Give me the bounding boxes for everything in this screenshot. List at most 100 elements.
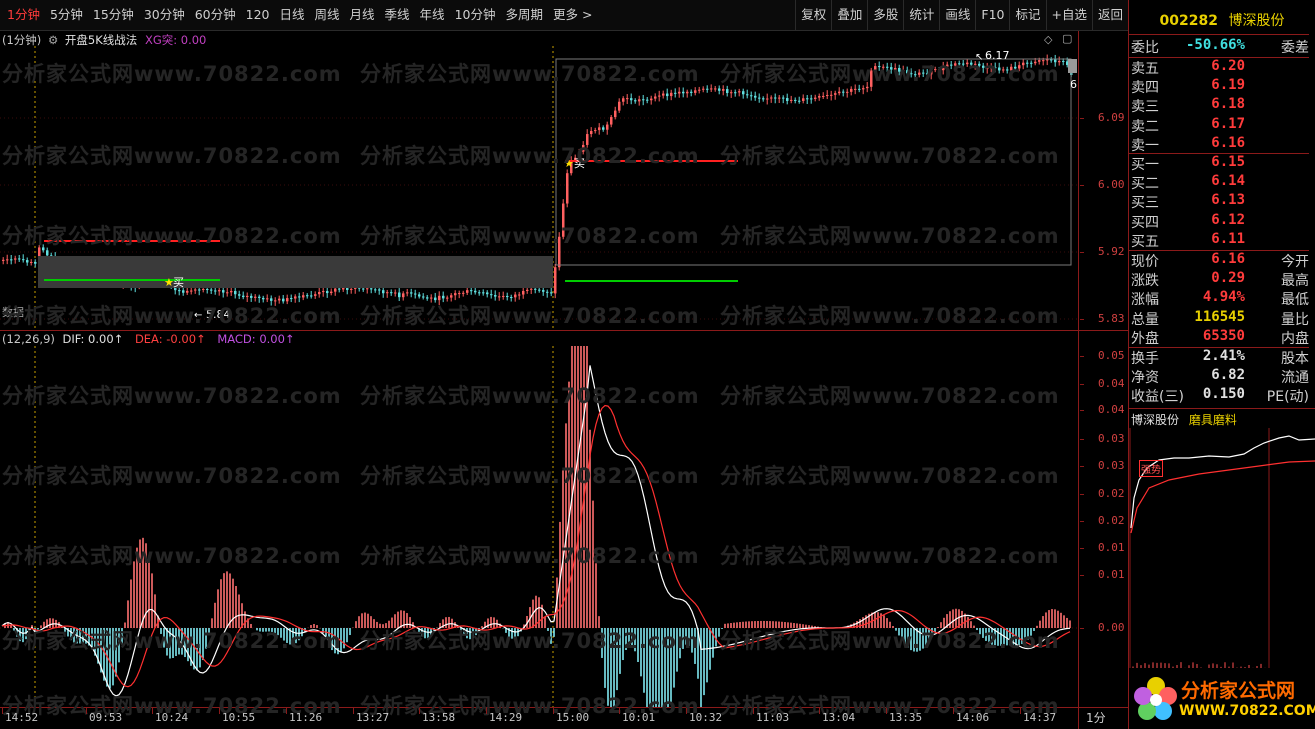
ask-label: 卖二 xyxy=(1131,118,1159,135)
quote-row: 总量 116545 量比 xyxy=(1129,309,1309,328)
period-tab-7[interactable]: 周线 xyxy=(310,0,345,30)
price-chart[interactable]: ★ 买★ 买↖ 6.17← 5.84数据6 xyxy=(0,46,1078,330)
period-tab-10[interactable]: 年线 xyxy=(415,0,450,30)
macd-tick-label: 0.00 xyxy=(1098,621,1125,634)
macd-tick-label: 0.05 xyxy=(1098,349,1125,362)
quote-label: 涨幅 xyxy=(1131,292,1159,309)
bid-value: 6.12 xyxy=(1211,211,1245,228)
bid-row: 买三 6.13 xyxy=(1129,192,1309,211)
period-indicator[interactable]: 1分 xyxy=(1086,709,1106,726)
period-tab-12[interactable]: 多周期 xyxy=(500,0,548,30)
period-tab-6[interactable]: 日线 xyxy=(274,0,309,30)
tool-button-5[interactable]: F10 xyxy=(975,0,1009,30)
period-tab-9[interactable]: 季线 xyxy=(380,0,415,30)
time-tick xyxy=(86,708,87,714)
ask-value: 6.16 xyxy=(1211,134,1245,151)
quote-label: 涨跌 xyxy=(1131,273,1159,290)
dif-line xyxy=(1,365,1071,697)
time-label: 10:24 xyxy=(155,711,189,724)
strength-badge: 强势 xyxy=(1139,460,1163,477)
bid-label: 买三 xyxy=(1131,195,1159,212)
period-tab-13[interactable]: 更多 > xyxy=(548,0,597,30)
time-label: 11:03 xyxy=(756,711,790,724)
tick-mark xyxy=(1080,384,1084,385)
macd-chart[interactable] xyxy=(0,346,1078,707)
time-tick xyxy=(886,708,887,714)
time-label: 10:01 xyxy=(622,711,656,724)
tick-mark xyxy=(1080,439,1084,440)
quote-row: 现价 6.16 今开 xyxy=(1129,251,1309,270)
quote-right-label: 最低 xyxy=(1281,292,1309,309)
time-label: 14:52 xyxy=(5,711,39,724)
logo-title: 分析家公式网 xyxy=(1181,680,1296,702)
time-tick xyxy=(286,708,287,714)
bid-value: 6.15 xyxy=(1211,154,1245,170)
tick-mark xyxy=(1080,521,1084,522)
time-label: 13:58 xyxy=(422,711,456,724)
window-toggle-icon[interactable]: ▢ xyxy=(1062,32,1072,45)
scroll-marker[interactable] xyxy=(1068,59,1077,73)
low-arrow-icon: ← xyxy=(194,310,202,321)
tool-button-1[interactable]: 叠加 xyxy=(831,0,867,30)
period-tab-2[interactable]: 15分钟 xyxy=(88,0,139,30)
macd-tick-label: 0.01 xyxy=(1098,568,1125,581)
stock-code: 002282 xyxy=(1159,13,1218,29)
period-tab-8[interactable]: 月线 xyxy=(345,0,380,30)
fund-right-label: 股本 xyxy=(1281,351,1309,367)
tool-button-2[interactable]: 多股 xyxy=(867,0,903,30)
ask-value: 6.18 xyxy=(1211,96,1245,113)
quote-right-label: 最高 xyxy=(1281,273,1309,290)
time-label: 13:35 xyxy=(889,711,923,724)
quote-value: 0.29 xyxy=(1211,270,1245,287)
fund-value: 2.41% xyxy=(1202,348,1245,364)
consolidation-box xyxy=(38,256,553,288)
macd-tick-label: 0.01 xyxy=(1098,541,1125,554)
price-tick-label: 6.00 xyxy=(1098,178,1125,191)
tool-button-0[interactable]: 复权 xyxy=(795,0,831,30)
tool-button-4[interactable]: 画线 xyxy=(939,0,975,30)
period-tab-0[interactable]: 1分钟 xyxy=(2,0,45,30)
time-label: 13:04 xyxy=(822,711,856,724)
period-tab-5[interactable]: 120 xyxy=(241,0,275,30)
bid-label: 买四 xyxy=(1131,214,1159,231)
time-tick xyxy=(2,708,3,714)
axis-divider xyxy=(1078,31,1079,729)
tool-button-6[interactable]: 标记 xyxy=(1009,0,1045,30)
indicator-name[interactable]: 开盘5K线战法 xyxy=(65,33,137,47)
bid-value: 6.13 xyxy=(1211,192,1245,209)
fund-value: 6.82 xyxy=(1211,367,1245,384)
time-label: 14:29 xyxy=(489,711,523,724)
period-tab-11[interactable]: 10分钟 xyxy=(450,0,501,30)
time-tick xyxy=(686,708,687,714)
period-tab-3[interactable]: 30分钟 xyxy=(139,0,190,30)
settings-icon[interactable]: ⚙ xyxy=(48,33,58,47)
time-label: 15:00 xyxy=(556,711,590,724)
period-tab-4[interactable]: 60分钟 xyxy=(190,0,241,30)
bid-label: 买一 xyxy=(1131,157,1159,173)
mini-tag[interactable]: 磨具磨料 xyxy=(1189,413,1237,427)
macd-tick-label: 0.03 xyxy=(1098,459,1125,472)
period-tab-1[interactable]: 5分钟 xyxy=(45,0,88,30)
ask-value: 6.19 xyxy=(1211,77,1245,94)
tick-mark xyxy=(1080,548,1084,549)
quote-row: 涨跌 0.29 最高 xyxy=(1129,270,1309,289)
dea-label: DEA: -0.00↑ xyxy=(134,332,206,346)
time-tick xyxy=(486,708,487,714)
star-icon: ★ xyxy=(564,157,574,170)
tick-mark xyxy=(1080,185,1084,186)
diamond-icon[interactable]: ◇ xyxy=(1044,33,1052,46)
time-label: 10:32 xyxy=(689,711,723,724)
price-tick-label: 5.92 xyxy=(1098,245,1125,258)
macd-params: (12,26,9) xyxy=(2,332,55,346)
ask-label: 卖四 xyxy=(1131,80,1159,97)
quote-row: 外盘 65350 内盘 xyxy=(1129,328,1309,347)
low-price-label: 5.84 xyxy=(206,308,231,321)
time-label: 14:37 xyxy=(1023,711,1057,724)
quote-value: 4.94% xyxy=(1202,289,1245,306)
time-label: 11:26 xyxy=(289,711,323,724)
tool-button-8[interactable]: 返回 xyxy=(1091,0,1128,30)
tool-button-7[interactable]: +自选 xyxy=(1045,0,1092,30)
tool-button-3[interactable]: 统计 xyxy=(903,0,939,30)
mini-price-line xyxy=(1130,435,1315,529)
quote-value: 6.16 xyxy=(1211,251,1245,267)
